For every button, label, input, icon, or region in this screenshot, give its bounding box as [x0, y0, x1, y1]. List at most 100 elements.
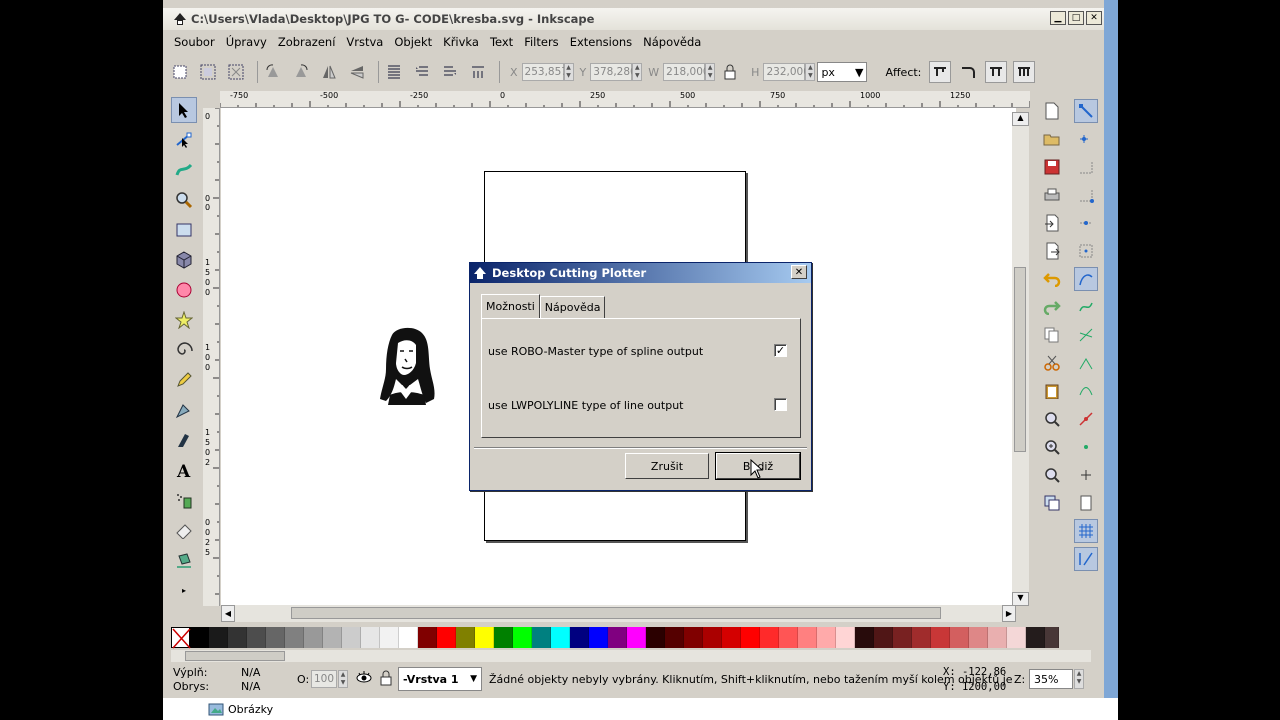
menu-krivka[interactable]: Křivka	[443, 35, 479, 49]
color-swatch[interactable]	[209, 627, 228, 648]
menu-zobrazeni[interactable]: Zobrazení	[278, 35, 336, 49]
pictures-folder-icon[interactable]	[208, 702, 224, 716]
snap-line-midpoints-icon[interactable]	[1074, 407, 1098, 431]
color-swatch[interactable]	[437, 627, 456, 648]
color-swatch[interactable]	[798, 627, 817, 648]
zoom-spinner[interactable]: ▲ ▼	[1074, 669, 1084, 689]
color-swatch[interactable]	[760, 627, 779, 648]
move-patterns-icon[interactable]	[1013, 61, 1036, 83]
print-icon[interactable]	[1040, 183, 1064, 207]
opacity-spinner[interactable]: ▲ ▼	[338, 670, 348, 688]
menu-vrstva[interactable]: Vrstva	[346, 35, 383, 49]
snap-paths-icon[interactable]	[1074, 295, 1098, 319]
color-swatch[interactable]	[342, 627, 361, 648]
export-icon[interactable]	[1040, 239, 1064, 263]
color-swatch[interactable]	[988, 627, 1007, 648]
minimize-button[interactable]: ▁	[1050, 11, 1066, 25]
color-swatch[interactable]	[570, 627, 589, 648]
color-swatch[interactable]	[874, 627, 893, 648]
color-swatch[interactable]	[1045, 627, 1059, 648]
color-swatch[interactable]	[741, 627, 760, 648]
color-swatch[interactable]	[665, 627, 684, 648]
flip-horizontal-icon[interactable]	[318, 61, 340, 83]
scroll-right-arrow-icon[interactable]: ▶	[1002, 605, 1016, 622]
select-all-layers-icon[interactable]	[197, 61, 219, 83]
color-swatch[interactable]	[1007, 627, 1026, 648]
color-swatch[interactable]	[722, 627, 741, 648]
horizontal-scrollbar[interactable]: ◀ ▶	[221, 605, 1016, 622]
color-swatch[interactable]	[513, 627, 532, 648]
no-paint-swatch[interactable]	[171, 627, 191, 649]
cancel-button[interactable]: Zrušit	[625, 453, 709, 479]
palette-scrollbar[interactable]	[171, 650, 1091, 662]
color-swatch[interactable]	[931, 627, 950, 648]
more-tools-icon[interactable]: ▸	[171, 577, 197, 603]
cut-icon[interactable]	[1040, 351, 1064, 375]
snap-object-centers-icon[interactable]	[1074, 435, 1098, 459]
y-spinner[interactable]: ▲ ▼	[632, 63, 643, 81]
color-swatch[interactable]	[323, 627, 342, 648]
layer-select[interactable]: -Vrstva 1 ▼	[398, 667, 482, 691]
color-swatch[interactable]	[646, 627, 665, 648]
color-swatch[interactable]	[456, 627, 475, 648]
unit-select[interactable]: px ▼	[817, 62, 868, 82]
node-tool-icon[interactable]	[171, 127, 197, 153]
pictures-folder-label[interactable]: Obrázky	[228, 703, 273, 716]
menu-soubor[interactable]: Soubor	[174, 35, 215, 49]
color-swatch[interactable]	[836, 627, 855, 648]
zoom-page-icon[interactable]	[1040, 463, 1064, 487]
snap-guides-icon[interactable]	[1074, 547, 1098, 571]
color-swatch[interactable]	[608, 627, 627, 648]
color-swatch[interactable]	[969, 627, 988, 648]
eraser-tool-icon[interactable]	[171, 517, 197, 543]
vertical-scroll-thumb[interactable]	[1014, 267, 1026, 452]
opacity-input[interactable]: 100	[311, 670, 337, 688]
zoom-drawing-icon[interactable]	[1040, 435, 1064, 459]
color-swatch[interactable]	[475, 627, 494, 648]
color-swatch[interactable]	[855, 627, 874, 648]
zoom-selection-icon[interactable]	[1040, 407, 1064, 431]
menu-upravy[interactable]: Úpravy	[226, 35, 267, 49]
option-lwpolyline-checkbox[interactable]	[774, 398, 787, 411]
fill-stroke-indicator[interactable]: Výplň: N/A Obrys: N/A	[173, 666, 283, 694]
paste-icon[interactable]	[1040, 379, 1064, 403]
raise-to-top-icon[interactable]	[383, 61, 405, 83]
color-swatch[interactable]	[418, 627, 437, 648]
y-input[interactable]: 378,286	[590, 63, 637, 81]
snap-enable-icon[interactable]	[1074, 99, 1098, 123]
snap-grid-icon[interactable]	[1074, 519, 1098, 543]
scroll-up-arrow-icon[interactable]: ▲	[1012, 112, 1029, 126]
star-tool-icon[interactable]	[171, 307, 197, 333]
zoom-tool-icon[interactable]	[171, 187, 197, 213]
lower-to-bottom-icon[interactable]	[467, 61, 489, 83]
color-swatch[interactable]	[532, 627, 551, 648]
color-swatch[interactable]	[950, 627, 969, 648]
scale-corners-icon[interactable]	[957, 61, 979, 83]
scroll-left-arrow-icon[interactable]: ◀	[221, 605, 235, 622]
color-swatch[interactable]	[551, 627, 570, 648]
open-folder-icon[interactable]	[1040, 127, 1064, 151]
dialog-title-bar[interactable]: Desktop Cutting Plotter	[470, 263, 811, 283]
menu-filters[interactable]: Filters	[524, 35, 558, 49]
scroll-down-arrow-icon[interactable]: ▼	[1012, 592, 1029, 606]
tab-napoveda[interactable]: Nápověda	[539, 296, 606, 318]
snap-bbox-icon[interactable]	[1074, 127, 1098, 151]
rotate-ccw-icon[interactable]	[262, 61, 284, 83]
h-input[interactable]: 232,000	[763, 63, 810, 81]
lower-icon[interactable]	[439, 61, 461, 83]
portrait-drawing[interactable]	[376, 325, 438, 405]
scale-stroke-icon[interactable]	[929, 61, 952, 83]
zoom-input[interactable]: 35%	[1029, 669, 1073, 689]
spiral-tool-icon[interactable]	[171, 337, 197, 363]
snap-bbox-centers-icon[interactable]	[1074, 239, 1098, 263]
color-swatch[interactable]	[627, 627, 646, 648]
calligraphy-tool-icon[interactable]	[171, 427, 197, 453]
h-spinner[interactable]: ▲ ▼	[805, 63, 816, 81]
color-swatch[interactable]	[285, 627, 304, 648]
snap-bbox-corners-icon[interactable]	[1074, 183, 1098, 207]
undo-icon[interactable]	[1040, 267, 1064, 291]
close-button[interactable]: ✕	[1086, 11, 1102, 25]
w-input[interactable]: 218,000	[663, 63, 710, 81]
redo-icon[interactable]	[1040, 295, 1064, 319]
spray-tool-icon[interactable]	[171, 487, 197, 513]
